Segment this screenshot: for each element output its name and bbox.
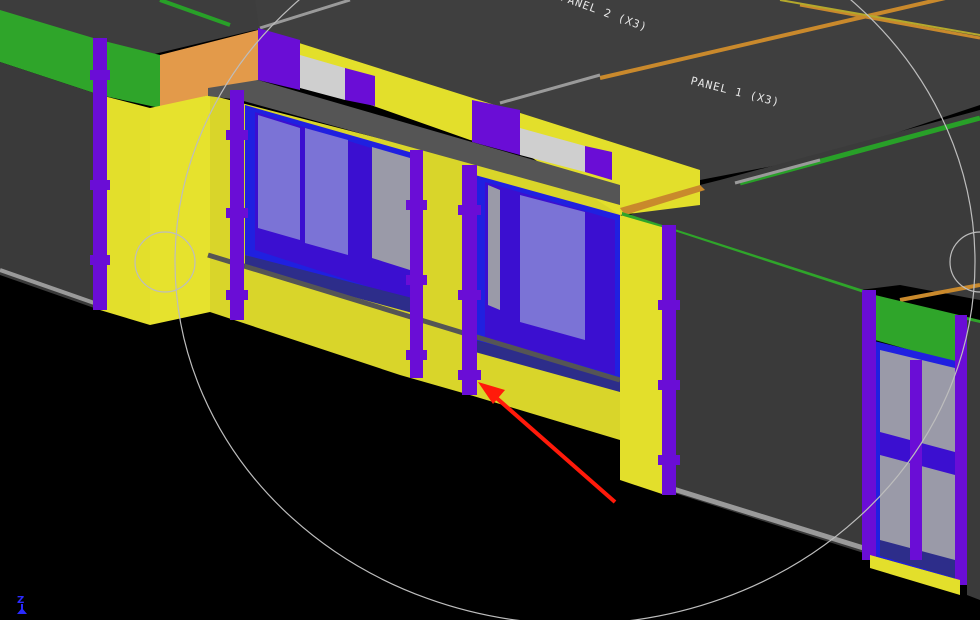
column-purple-2-notch-2 <box>226 208 248 218</box>
column-purple-5-notch-2 <box>658 380 680 390</box>
window-3-mid-post <box>910 360 922 560</box>
column-purple-5-notch-1 <box>658 300 680 310</box>
wall-gray-far-right <box>967 320 980 600</box>
column-purple-2-notch-3 <box>226 290 248 300</box>
column-purple-4-notch-2 <box>458 290 481 300</box>
column-purple-1-notch-2 <box>90 180 110 190</box>
column-purple-4-notch-1 <box>458 205 481 215</box>
3d-model-viewport[interactable]: PANEL 1 (X3) PANEL 2 (X3) Z <box>0 0 980 620</box>
column-purple-3-notch-1 <box>406 200 427 210</box>
window-2-glass-center <box>520 195 585 340</box>
column-purple-5 <box>662 225 676 495</box>
column-purple-5-notch-3 <box>658 455 680 465</box>
column-purple-1-notch-3 <box>90 255 110 265</box>
column-purple-4-notch-3 <box>458 370 481 380</box>
wall-gray-left <box>0 62 100 310</box>
column-purple-6 <box>862 290 876 560</box>
ucs-axis-label: Z <box>17 595 24 606</box>
wall-yellow-corner <box>100 95 150 325</box>
3d-scene[interactable]: PANEL 1 (X3) PANEL 2 (X3) Z <box>0 0 980 620</box>
column-purple-4 <box>462 165 477 395</box>
column-purple-3 <box>410 150 423 378</box>
window-1-glass-center <box>305 128 348 255</box>
wall-yellow-corner-side <box>150 95 210 325</box>
column-purple-1-notch-1 <box>90 70 110 80</box>
window-1-glass-left <box>258 115 300 240</box>
column-purple-3-notch-3 <box>406 350 427 360</box>
column-purple-3-notch-2 <box>406 275 427 285</box>
wall-yellow-pier <box>620 215 665 495</box>
window-2-glass-left <box>488 185 500 310</box>
column-purple-2-notch-1 <box>226 130 248 140</box>
window-1-jamb-gray <box>372 147 410 270</box>
column-purple-2 <box>230 90 244 320</box>
